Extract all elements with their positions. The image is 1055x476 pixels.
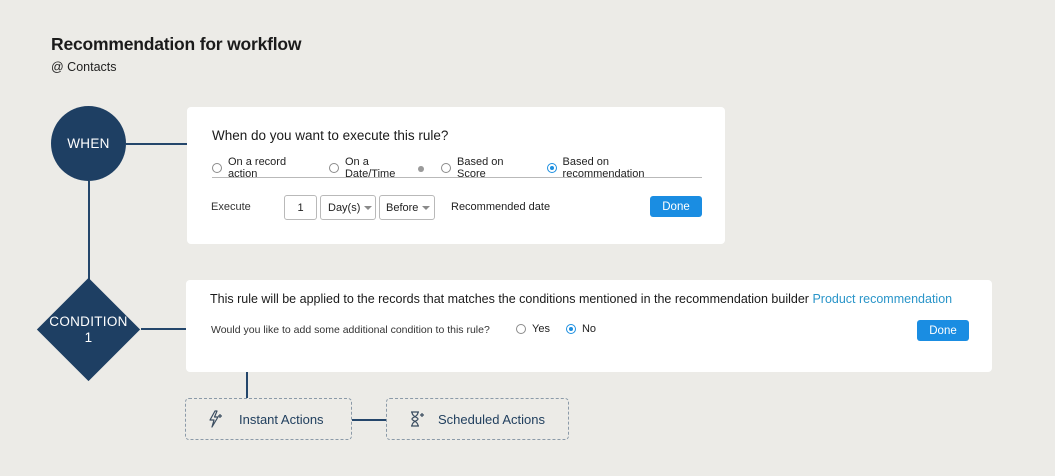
chevron-down-icon bbox=[364, 206, 373, 210]
radio-label: Based on Score bbox=[457, 156, 504, 180]
radio-no[interactable]: No bbox=[565, 323, 597, 335]
additional-condition-question: Would you like to add some additional co… bbox=[211, 324, 490, 336]
radio-based-on-score[interactable]: Based on Score bbox=[441, 156, 530, 180]
when-node: WHEN bbox=[51, 106, 126, 181]
radio-circle[interactable] bbox=[212, 163, 222, 173]
connector-condition-actions bbox=[246, 372, 248, 398]
when-node-label: WHEN bbox=[67, 136, 110, 151]
radio-circle[interactable] bbox=[516, 324, 526, 334]
radio-label: On a record action bbox=[228, 156, 287, 180]
unit-select-value: Day(s) bbox=[328, 201, 361, 214]
page-subtitle: @ Contacts bbox=[51, 60, 117, 74]
when-card: When do you want to execute this rule? O… bbox=[187, 107, 725, 244]
condition-node-label: CONDITION 1 bbox=[36, 277, 141, 382]
condition-done-button[interactable]: Done bbox=[917, 320, 969, 341]
relation-select[interactable]: Before bbox=[379, 195, 435, 220]
execute-label: Execute bbox=[211, 201, 251, 213]
radio-record-action[interactable]: On a record action bbox=[212, 156, 312, 180]
when-question: When do you want to execute this rule? bbox=[212, 128, 449, 143]
scheduled-actions-label: Scheduled Actions bbox=[438, 411, 545, 427]
unit-select[interactable]: Day(s) bbox=[320, 195, 376, 220]
condition-description: This rule will be applied to the records… bbox=[210, 292, 952, 306]
lightning-plus-icon bbox=[206, 409, 226, 429]
when-done-button[interactable]: Done bbox=[650, 196, 702, 217]
connector-condition-card bbox=[141, 328, 186, 330]
relation-select-value: Before bbox=[386, 201, 419, 214]
page-title: Recommendation for workflow bbox=[51, 34, 302, 54]
radio-label: Yes bbox=[532, 323, 550, 335]
radio-circle[interactable] bbox=[441, 163, 452, 173]
execute-number-input[interactable]: 1 bbox=[284, 195, 317, 220]
product-recommendation-link[interactable]: Product recommendation bbox=[812, 292, 952, 306]
trigger-radio-group: On a record action On a Date/Time Based … bbox=[212, 156, 702, 180]
connector-when-card bbox=[126, 143, 187, 145]
radio-yes[interactable]: Yes bbox=[516, 323, 550, 335]
connector-when-condition bbox=[88, 181, 90, 281]
radio-circle-selected[interactable] bbox=[546, 163, 557, 173]
radio-based-on-recommendation[interactable]: Based on recommendation bbox=[546, 156, 685, 180]
radio-label: No bbox=[581, 323, 597, 335]
condition-node: CONDITION 1 bbox=[36, 277, 141, 382]
scheduled-actions-button[interactable]: Scheduled Actions bbox=[386, 398, 569, 440]
radio-label: Based on recommendation bbox=[562, 156, 645, 180]
instant-actions-label: Instant Actions bbox=[239, 411, 324, 427]
condition-node-number: 1 bbox=[84, 329, 93, 345]
condition-node-title: CONDITION bbox=[49, 313, 128, 329]
radio-circle[interactable] bbox=[328, 163, 339, 173]
radio-circle-selected[interactable] bbox=[565, 324, 576, 334]
additional-condition-radio-group: Yes No bbox=[516, 323, 612, 335]
radio-date-time[interactable]: On a Date/Time bbox=[328, 156, 425, 180]
radio-label: On a Date/Time bbox=[344, 156, 396, 180]
hourglass-plus-icon bbox=[407, 409, 427, 429]
condition-card: This rule will be applied to the records… bbox=[186, 280, 992, 372]
connector-actions bbox=[352, 419, 386, 421]
condition-description-text: This rule will be applied to the records… bbox=[210, 292, 809, 306]
info-icon[interactable] bbox=[418, 166, 425, 172]
reference-date-label: Recommended date bbox=[451, 201, 551, 213]
chevron-down-icon bbox=[422, 206, 431, 210]
instant-actions-button[interactable]: Instant Actions bbox=[185, 398, 352, 440]
